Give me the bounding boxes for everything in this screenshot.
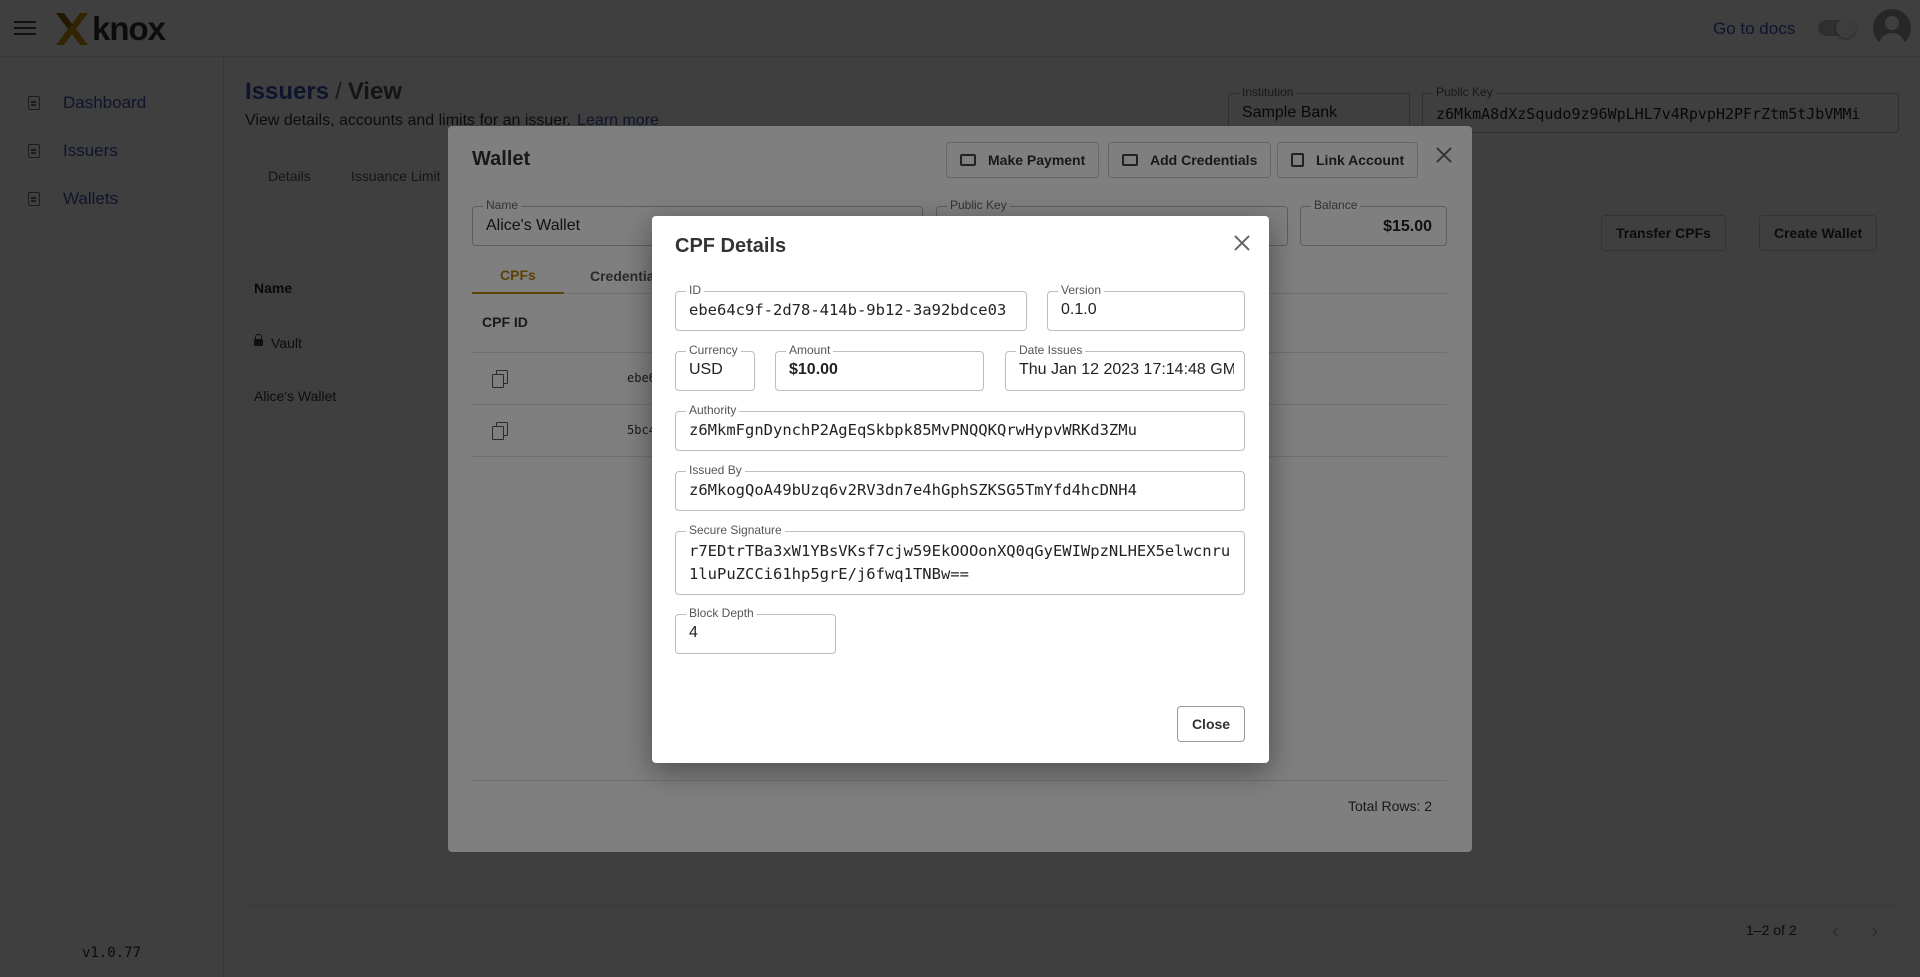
field-label: Amount [786,343,834,357]
authority-field[interactable]: Authority z6MkmFgnDynchP2AgEqSkbpk85MvPN… [675,403,1245,451]
date-issues-field[interactable]: Date Issues Thu Jan 12 2023 17:14:48 GM [1005,343,1245,391]
field-value: 0.1.0 [1061,301,1097,318]
block-depth-field[interactable]: Block Depth 4 [675,606,836,654]
cpf-details-dialog: CPF Details ID ebe64c9f-2d78-414b-9b12-3… [652,216,1269,763]
currency-field[interactable]: Currency USD [675,343,755,391]
field-label: Block Depth [686,606,757,620]
field-value: Thu Jan 12 2023 17:14:48 GM [1019,361,1234,378]
field-label: Date Issues [1016,343,1086,357]
field-label: Issued By [686,463,745,477]
field-value: ebe64c9f-2d78-414b-9b12-3a92bdce03 [689,301,1007,319]
issued-by-field[interactable]: Issued By z6MkogQoA49bUzq6v2RV3dn7e4hGph… [675,463,1245,511]
field-value: z6MkmFgnDynchP2AgEqSkbpk85MvPNQQKQrwHypv… [689,421,1137,439]
field-value: USD [689,361,723,378]
version-field[interactable]: Version 0.1.0 [1047,283,1245,331]
dialog-title: CPF Details [675,235,787,257]
close-button[interactable]: Close [1177,706,1245,742]
secure-signature-field[interactable]: Secure Signature r7EDtrTBa3xW1YBsVKsf7cj… [675,523,1245,595]
field-value: z6MkogQoA49bUzq6v2RV3dn7e4hGphSZKSG5TmYf… [689,481,1137,499]
field-label: Currency [686,343,741,357]
field-label: Version [1058,283,1105,297]
field-value: 4 [689,624,698,641]
field-value: r7EDtrTBa3xW1YBsVKsf7cjw59EkOOOonXQ0qGyE… [689,542,1231,583]
field-label: Authority [686,403,740,417]
field-label: Secure Signature [686,523,785,537]
cpf-id-field[interactable]: ID ebe64c9f-2d78-414b-9b12-3a92bdce03 [675,283,1027,331]
amount-field[interactable]: Amount $10.00 [775,343,984,391]
field-label: ID [686,283,704,297]
field-value: $10.00 [789,361,838,378]
close-icon[interactable] [1233,234,1251,252]
